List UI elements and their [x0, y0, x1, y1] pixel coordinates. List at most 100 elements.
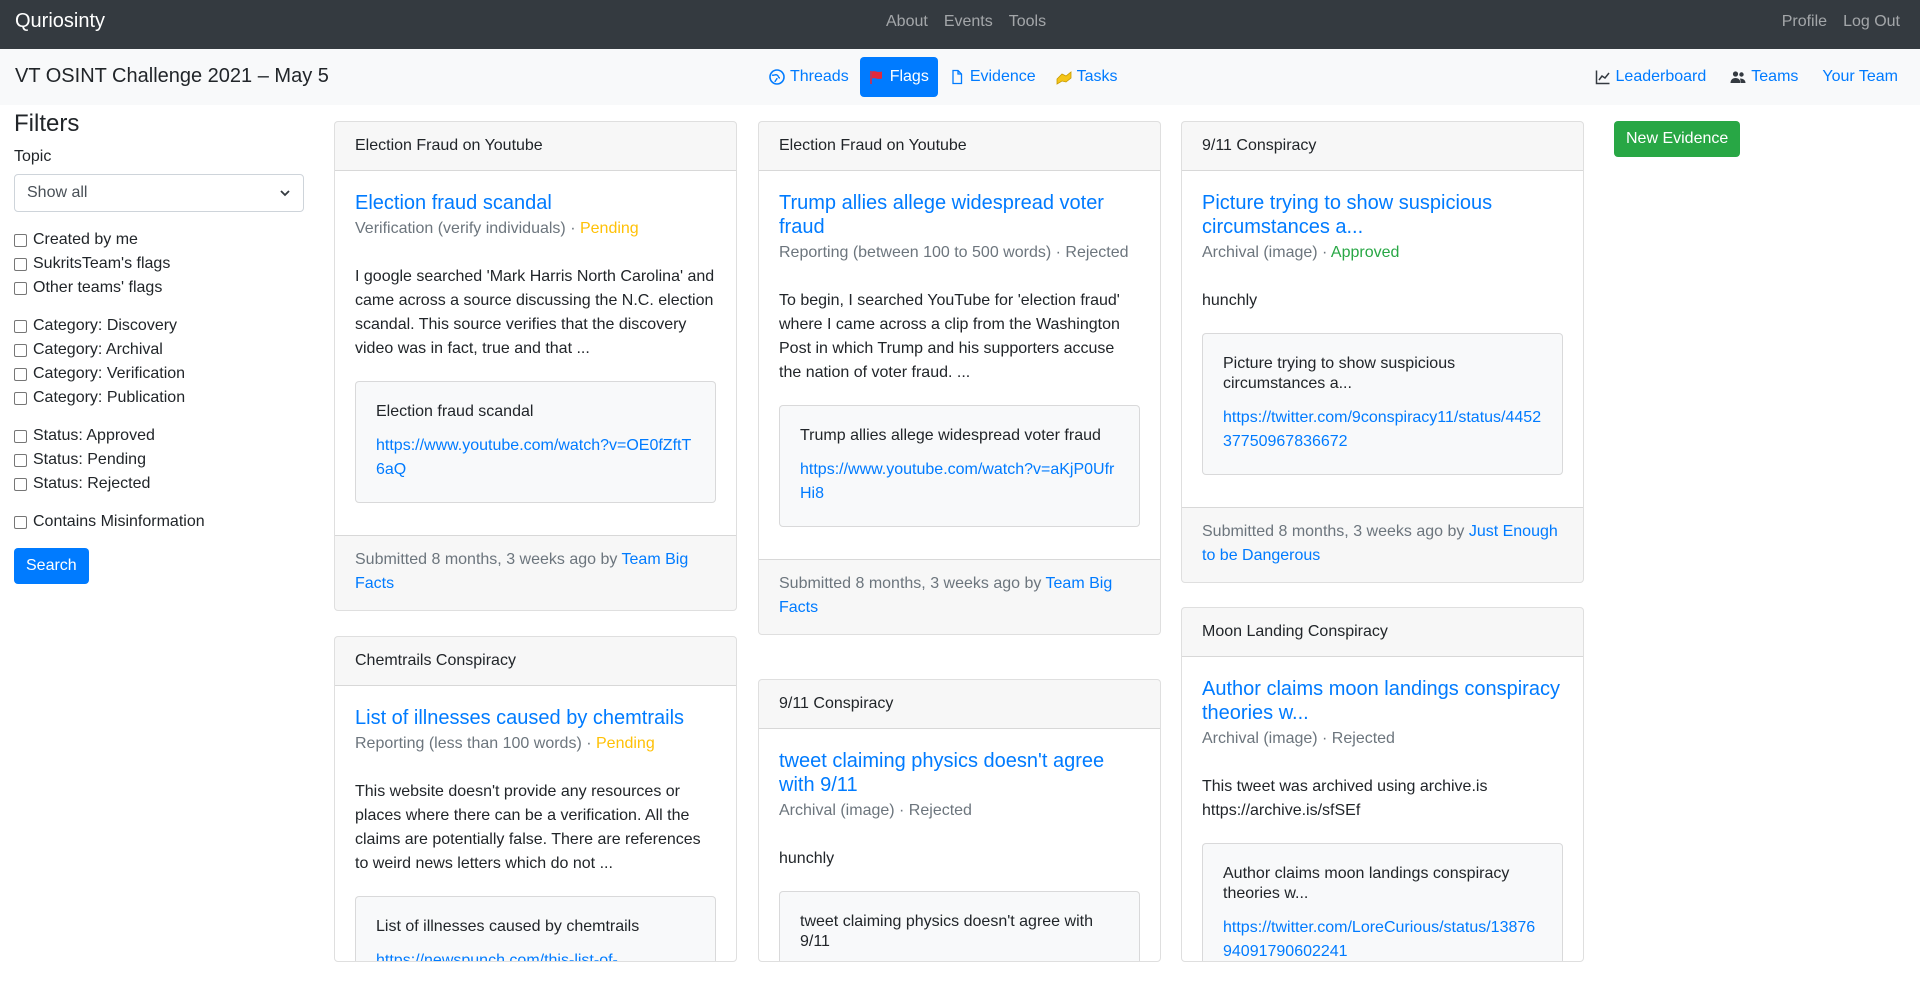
checkbox[interactable]	[14, 391, 27, 405]
card-body: Trump allies allege widespread voter fra…	[759, 171, 1160, 559]
evidence-box: tweet claiming physics doesn't agree wit…	[779, 891, 1140, 961]
evidence-box: Author claims moon landings conspiracy t…	[1202, 843, 1563, 961]
card-thread: Election Fraud on Youtube	[335, 122, 736, 171]
filter-label: Created by me	[33, 231, 138, 248]
tab-flags[interactable]: Flags	[859, 57, 938, 97]
filter-misinformation[interactable]: Contains Misinformation	[14, 510, 304, 534]
filter-other-teams[interactable]: Other teams' flags	[14, 276, 304, 300]
filter-category-discovery[interactable]: Category: Discovery	[14, 314, 304, 338]
evidence-box: Trump allies allege widespread voter fra…	[779, 405, 1140, 527]
tab-threads[interactable]: Threads	[760, 57, 858, 97]
flag-category: Reporting (less than 100 words) ·	[355, 735, 596, 752]
tab-evidence-label: Evidence	[969, 68, 1036, 85]
card-body: List of illnesses caused by chemtrails R…	[335, 686, 736, 961]
flag-description: This tweet was archived using archive.is…	[1202, 778, 1488, 819]
flag-title-link[interactable]: Election fraud scandal	[355, 191, 716, 215]
nav-about[interactable]: About	[878, 13, 936, 31]
checkbox[interactable]	[14, 319, 27, 333]
flag-title-link[interactable]: Author claims moon landings conspiracy t…	[1202, 677, 1563, 725]
flag-card: 9/11 Conspiracy Picture trying to show s…	[1181, 121, 1584, 583]
tab-tasks[interactable]: Tasks	[1047, 57, 1127, 97]
status-filters: Status: Approved Status: Pending Status:…	[14, 424, 304, 496]
tab-threads-label: Threads	[790, 68, 849, 85]
checkbox[interactable]	[14, 429, 27, 443]
users-icon	[1730, 71, 1746, 83]
flag-meta: Archival (image) · Rejected	[779, 802, 972, 819]
your-team-label: Your Team	[1822, 68, 1898, 85]
filters-heading: Filters	[14, 110, 80, 137]
evidence-link[interactable]: https://twitter.com/9conspiracy11/status…	[1223, 406, 1542, 454]
flag-title-link[interactable]: List of illnesses caused by chemtrails	[355, 706, 716, 730]
filter-label: Contains Misinformation	[33, 513, 205, 530]
filter-label: Status: Pending	[33, 451, 146, 468]
nav-profile[interactable]: Profile	[1774, 13, 1835, 31]
nav-logout[interactable]: Log Out	[1835, 13, 1908, 31]
evidence-link[interactable]: https://newspunch.com/this-list-of-	[376, 949, 695, 961]
flag-title-link[interactable]: Trump allies allege widespread voter fra…	[779, 191, 1140, 239]
card-body: Author claims moon landings conspiracy t…	[1182, 657, 1583, 961]
filter-status-pending[interactable]: Status: Pending	[14, 448, 304, 472]
evidence-title: Picture trying to show suspicious circum…	[1223, 355, 1456, 392]
evidence-link[interactable]: https://www.youtube.com/watch?v=aKjP0Ufr…	[800, 458, 1119, 506]
flag-icon	[869, 71, 882, 84]
filter-status-approved[interactable]: Status: Approved	[14, 424, 304, 448]
filter-status-rejected[interactable]: Status: Rejected	[14, 472, 304, 496]
evidence-box: List of illnesses caused by chemtrails h…	[355, 896, 716, 961]
filter-label: Other teams' flags	[33, 279, 163, 296]
filter-created-by-me[interactable]: Created by me	[14, 228, 304, 252]
filter-label: SukritsTeam's flags	[33, 255, 171, 272]
tab-flags-label: Flags	[889, 68, 929, 85]
card-body: tweet claiming physics doesn't agree wit…	[759, 729, 1160, 961]
tab-evidence[interactable]: Evidence	[940, 57, 1045, 97]
flag-description: To begin, I searched YouTube for 'electi…	[779, 292, 1120, 381]
card-footer: Submitted 8 months, 3 weeks ago by Team …	[759, 559, 1160, 634]
brand-link[interactable]: Quriosinty	[15, 10, 105, 33]
flag-title-link[interactable]: Picture trying to show suspicious circum…	[1202, 191, 1563, 239]
misinfo-filters: Contains Misinformation	[14, 510, 304, 534]
chart-line-icon	[1595, 70, 1610, 85]
flag-title-link[interactable]: tweet claiming physics doesn't agree wit…	[779, 749, 1140, 797]
search-button[interactable]: Search	[14, 548, 89, 584]
filter-label: Category: Discovery	[33, 317, 178, 334]
filter-label: Status: Approved	[33, 427, 155, 444]
evidence-title: tweet claiming physics doesn't agree wit…	[800, 913, 1093, 950]
submitted-text: Submitted 8 months, 3 weeks ago by	[1202, 523, 1469, 540]
card-thread: Chemtrails Conspiracy	[335, 637, 736, 686]
nav-tools[interactable]: Tools	[1001, 13, 1054, 31]
filter-category-archival[interactable]: Category: Archival	[14, 338, 304, 362]
flag-card: Moon Landing Conspiracy Author claims mo…	[1181, 607, 1584, 962]
checkbox[interactable]	[14, 281, 27, 295]
filter-category-publication[interactable]: Category: Publication	[14, 386, 304, 410]
checkbox[interactable]	[14, 515, 27, 529]
category-filters: Category: Discovery Category: Archival C…	[14, 314, 304, 410]
topic-label: Topic	[14, 148, 52, 165]
flag-meta: Reporting (less than 100 words) · Pendin…	[355, 734, 716, 754]
new-evidence-button[interactable]: New Evidence	[1614, 121, 1741, 157]
filter-category-verification[interactable]: Category: Verification	[14, 362, 304, 386]
evidence-link[interactable]: https://www.youtube.com/watch?v=OE0fZftT…	[376, 434, 695, 482]
flag-description: hunchly	[779, 850, 835, 867]
checkbox[interactable]	[14, 257, 27, 271]
flag-description: I google searched 'Mark Harris North Car…	[355, 268, 715, 357]
card-thread: Election Fraud on Youtube	[759, 122, 1160, 171]
nav-events[interactable]: Events	[936, 13, 1001, 31]
checkbox[interactable]	[14, 343, 27, 357]
topic-select[interactable]: Show all	[14, 174, 304, 212]
flag-description: This website doesn't provide any resourc…	[355, 783, 701, 872]
checkbox[interactable]	[14, 453, 27, 467]
flag-description: hunchly	[1202, 292, 1258, 309]
evidence-title: Election fraud scandal	[376, 403, 534, 420]
flag-meta: Verification (verify individuals) · Pend…	[355, 219, 716, 239]
event-title: VT OSINT Challenge 2021 – May 5	[15, 65, 329, 87]
your-team-link[interactable]: Your Team	[1816, 57, 1904, 97]
evidence-link[interactable]: https://twitter.com/LoreCurious/status/1…	[1223, 916, 1542, 961]
submitted-text: Submitted 8 months, 3 weeks ago by	[779, 575, 1046, 592]
flag-card: Election Fraud on Youtube Election fraud…	[334, 121, 737, 611]
leaderboard-link[interactable]: Leaderboard	[1589, 57, 1713, 97]
filter-team-flags[interactable]: SukritsTeam's flags	[14, 252, 304, 276]
checkbox[interactable]	[14, 367, 27, 381]
checkbox[interactable]	[14, 477, 27, 491]
chevron-down-icon	[280, 190, 290, 197]
teams-link[interactable]: Teams	[1724, 57, 1804, 97]
checkbox[interactable]	[14, 233, 27, 247]
